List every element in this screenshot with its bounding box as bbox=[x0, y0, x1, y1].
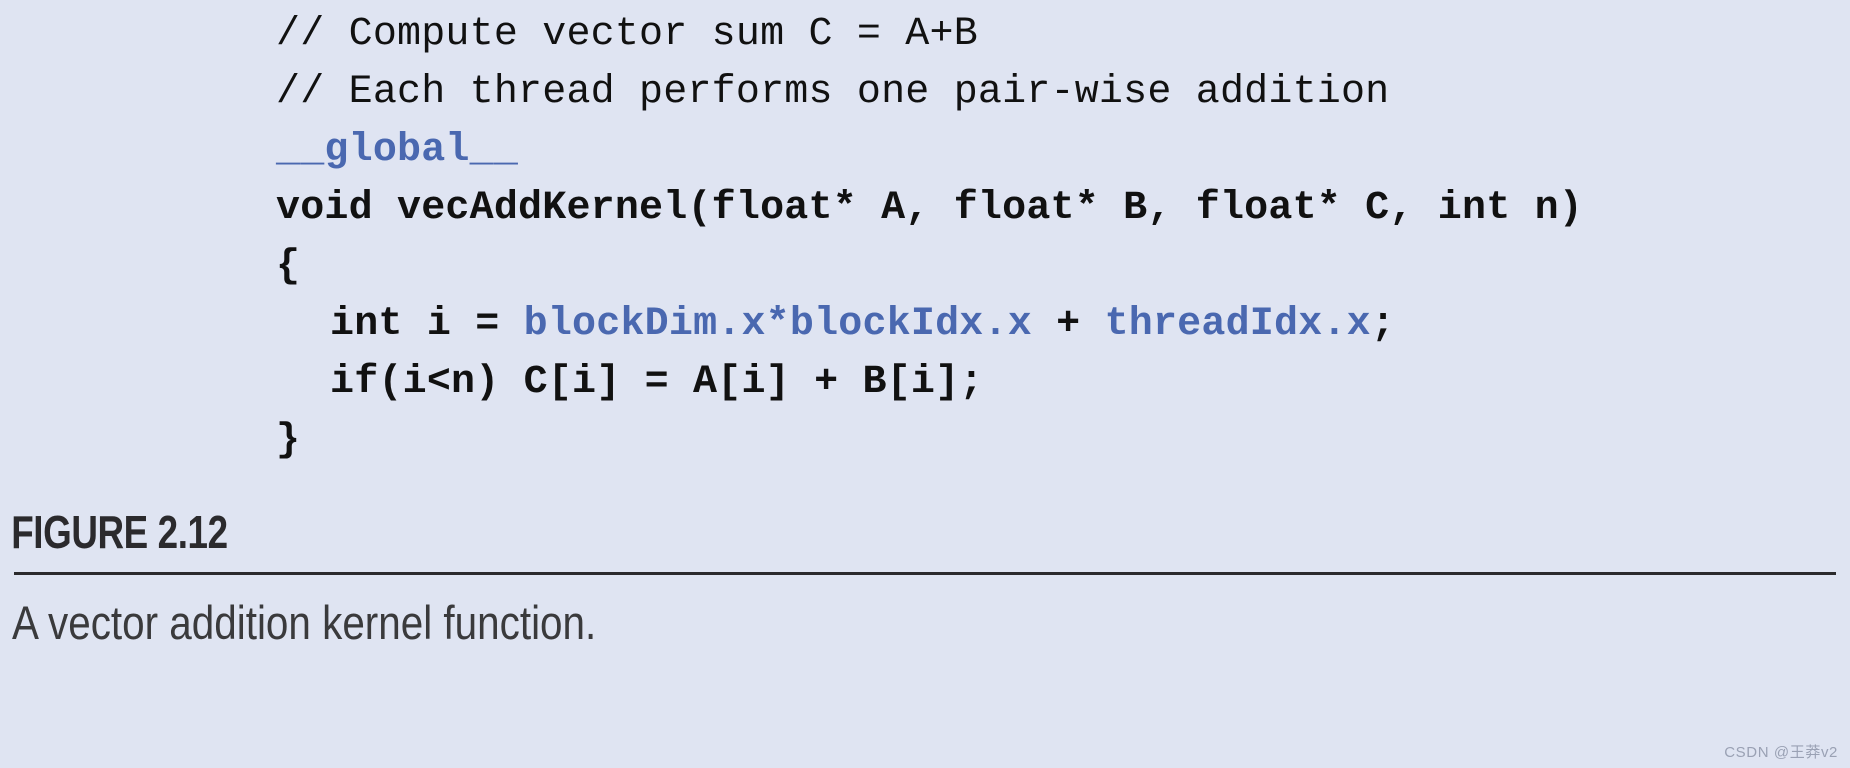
code-listing: // Compute vector sum C = A+B // Each th… bbox=[0, 0, 1850, 470]
token-close-brace: } bbox=[276, 418, 301, 463]
figure-caption-text: A vector addition kernel function. bbox=[12, 596, 597, 649]
token-open-brace: { bbox=[276, 244, 301, 289]
token-int-decl: int i = bbox=[330, 302, 524, 347]
token-if-statement: if(i<n) C[i] = A[i] + B[i]; bbox=[330, 360, 984, 405]
figure-caption-block: FIGURE 2.12 A vector addition kernel fun… bbox=[0, 498, 1850, 651]
code-line-comment-1: // Compute vector sum C = A+B bbox=[276, 12, 978, 57]
code-line-global-qualifier: __global__ bbox=[0, 122, 1850, 180]
token-threadidx: threadIdx.x bbox=[1104, 302, 1371, 347]
figure-number-label: FIGURE 2.12 bbox=[11, 506, 228, 558]
token-global-keyword: __global__ bbox=[276, 128, 519, 173]
code-line-comment-2: // Each thread performs one pair-wise ad… bbox=[276, 70, 1390, 115]
code-line-close-brace: } bbox=[0, 412, 1850, 470]
csdn-watermark: CSDN @王莽v2 bbox=[1724, 744, 1838, 761]
code-line-open-brace: { bbox=[0, 238, 1850, 296]
code-line-function-signature: void vecAddKernel(float* A, float* B, fl… bbox=[0, 180, 1850, 238]
token-semicolon: ; bbox=[1370, 302, 1396, 347]
figure-panel: // Compute vector sum C = A+B // Each th… bbox=[0, 0, 1850, 768]
token-plus-operator: + bbox=[1031, 302, 1105, 347]
token-function-signature: void vecAddKernel(float* A, float* B, fl… bbox=[276, 186, 1584, 231]
code-line-guarded-addition: if(i<n) C[i] = A[i] + B[i]; bbox=[0, 354, 1850, 412]
token-blockdim-blockidx: blockDim.x*blockIdx.x bbox=[523, 302, 1032, 347]
code-line-index-computation: int i = blockDim.x*blockIdx.x + threadId… bbox=[0, 296, 1850, 354]
